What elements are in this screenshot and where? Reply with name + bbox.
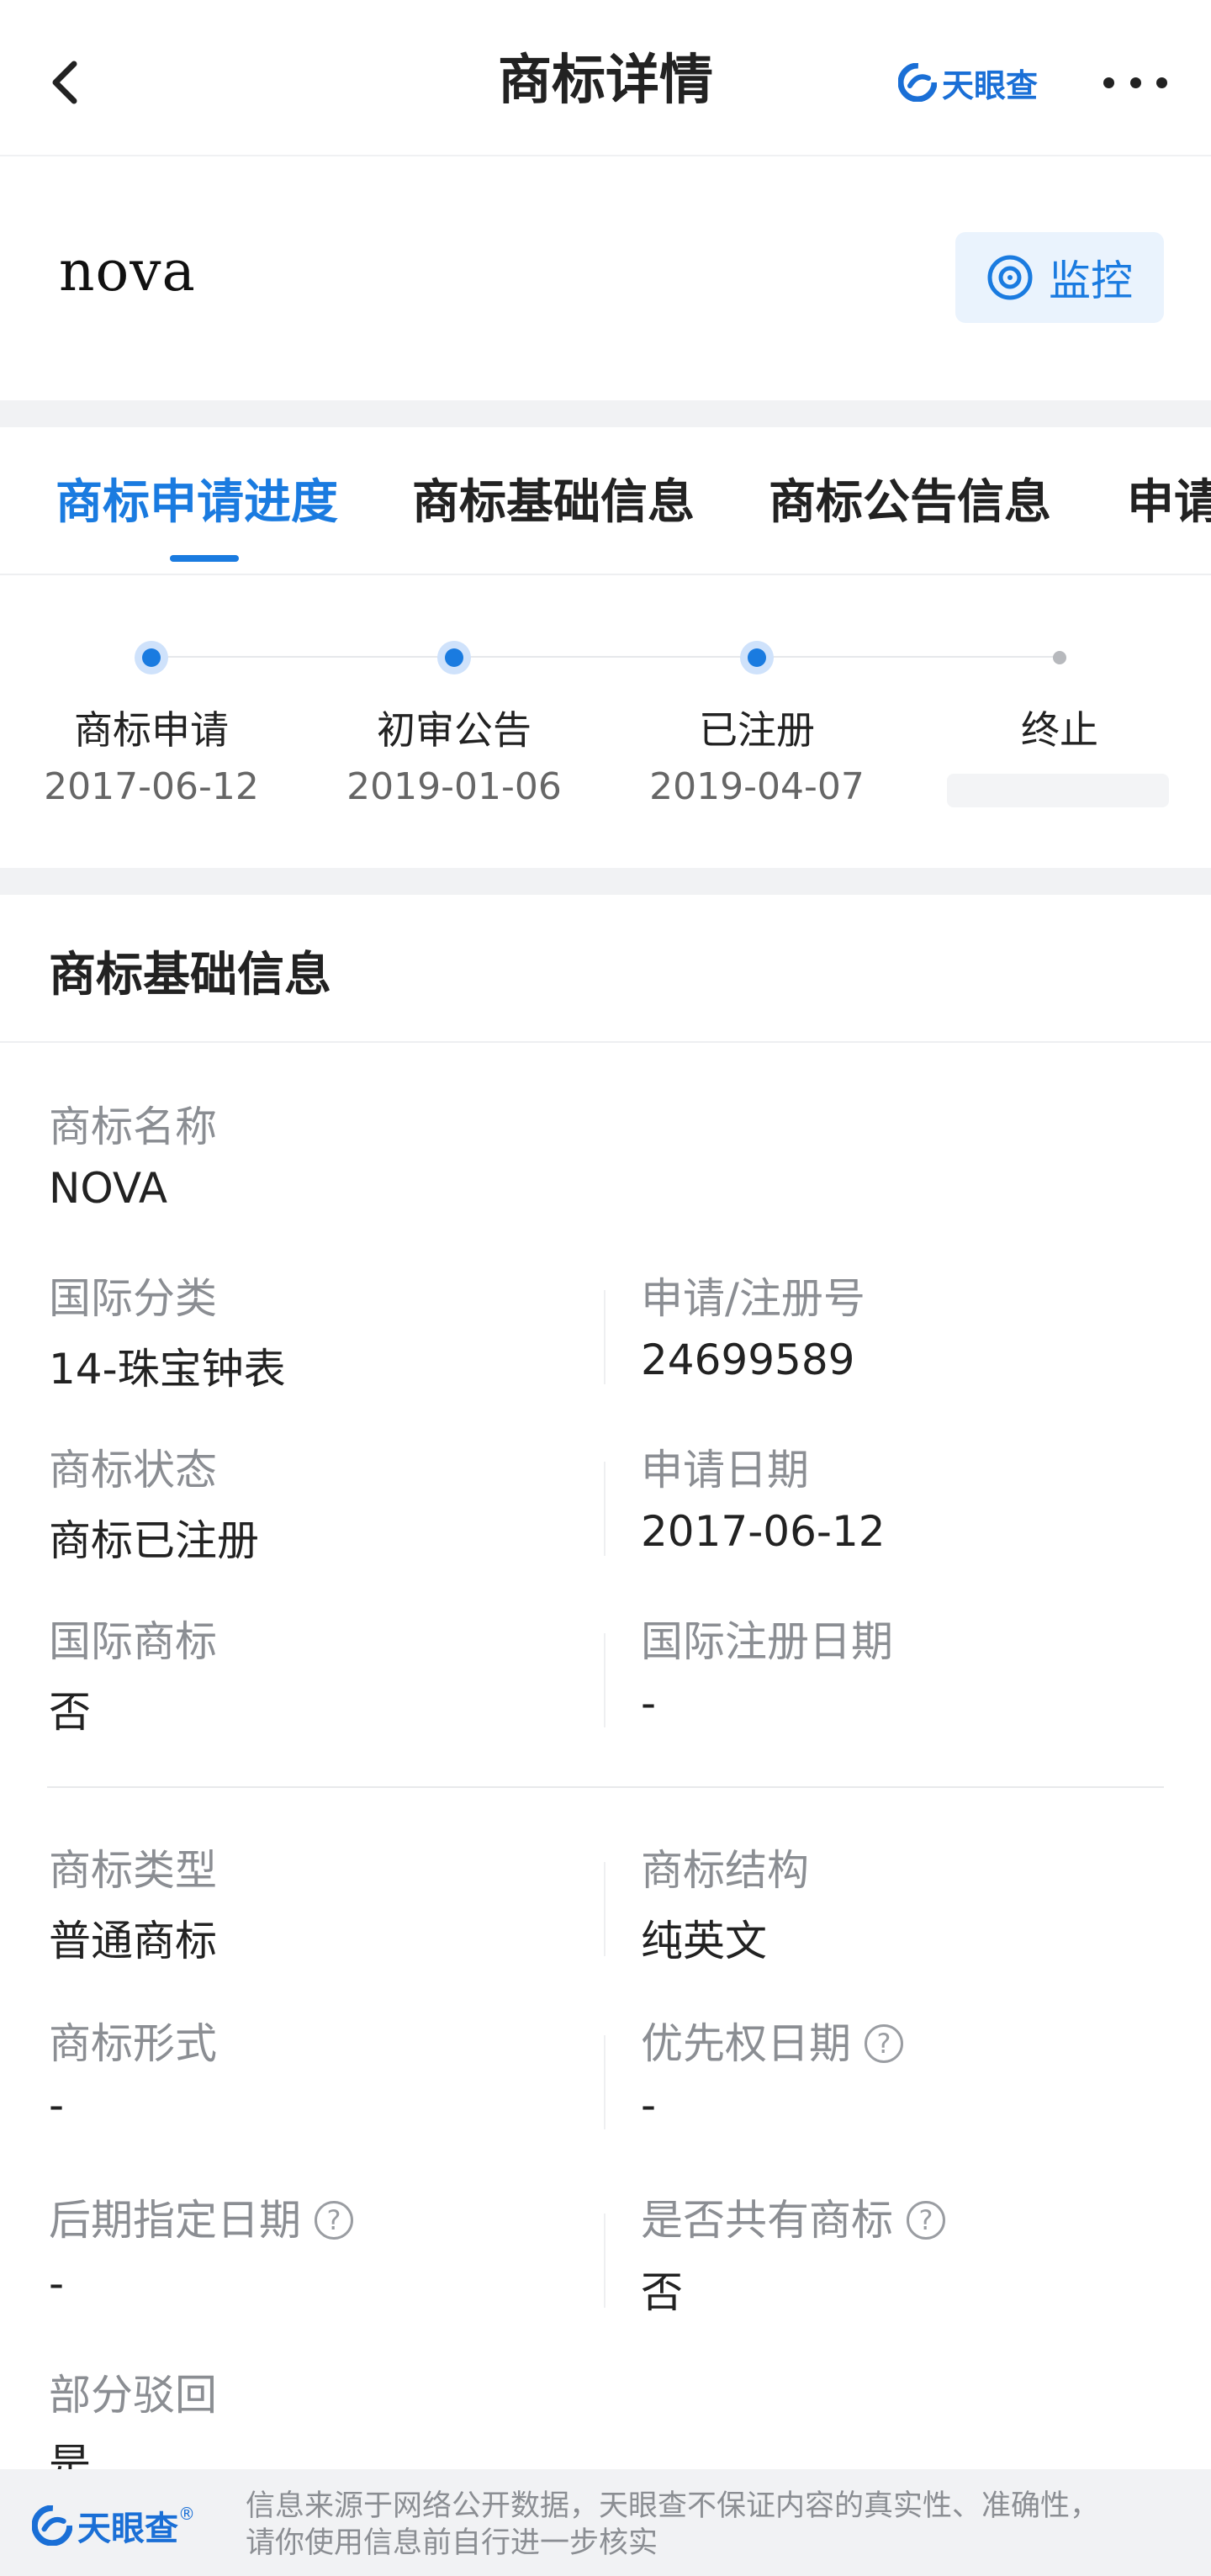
monitor-button[interactable]: 监控 [955, 232, 1164, 323]
column-separator [604, 1462, 606, 1556]
intl-tm-value: 否 [49, 1688, 91, 1737]
trademark-name-image: nova [59, 239, 196, 304]
active-tab-indicator [170, 555, 239, 562]
column-separator [604, 1862, 606, 1956]
footer-brand-name: 天眼查 [77, 2510, 178, 2548]
column-separator [604, 2035, 606, 2129]
timeline-dot-done [740, 641, 774, 674]
step-label: 终止 [1021, 707, 1098, 753]
application-progress-timeline: 商标申请 2017-06-12 初审公告 2019-01-06 已注册 2019… [0, 575, 1211, 868]
type-label: 商标类型 [49, 1846, 217, 1895]
target-icon [987, 255, 1033, 300]
section-divider [0, 1041, 1211, 1043]
column-separator [604, 1290, 606, 1384]
tab-announcement-info[interactable]: 商标公告信息 [769, 469, 1051, 537]
tianyancha-logo-icon [32, 2505, 72, 2546]
help-icon[interactable]: ? [315, 2200, 353, 2240]
step-date: 2019-01-06 [346, 765, 562, 808]
step-label: 商标申请 [74, 707, 229, 753]
tab-bar: 商标申请进度 商标基础信息 商标公告信息 申请 [0, 427, 1211, 575]
tab-application-progress[interactable]: 商标申请进度 [56, 469, 338, 537]
later-date-value: - [49, 2259, 65, 2308]
registered-mark: ® [178, 2504, 195, 2524]
tianyancha-logo-icon [898, 63, 937, 102]
more-dot-icon [1129, 77, 1141, 88]
brand-logo[interactable]: 天眼查 [898, 61, 1038, 104]
shared-label-text: 是否共有商标 [641, 2196, 893, 2245]
step-label: 已注册 [699, 707, 815, 753]
form-value: - [49, 2081, 65, 2129]
column-separator [604, 1633, 606, 1727]
step-date: 2017-06-12 [44, 765, 259, 808]
help-icon[interactable]: ? [907, 2200, 945, 2240]
more-button[interactable] [1103, 67, 1167, 98]
apply-date-label: 申请日期 [641, 1446, 809, 1494]
structure-value: 纯英文 [641, 1917, 767, 1965]
group-divider [47, 1786, 1164, 1788]
trademark-name-label: 商标名称 [49, 1103, 217, 1151]
top-nav-bar: 商标详情 天眼查 [0, 0, 1211, 156]
timeline-dot-done [135, 641, 168, 674]
disclaimer-text: 信息来源于网络公开数据，天眼查不保证内容的真实性、准确性， 请你使用信息前自行进… [246, 2488, 1196, 2562]
reg-no-value[interactable]: 24699589 [641, 1336, 855, 1384]
intl-class-label: 国际分类 [49, 1274, 217, 1323]
priority-date-value: - [641, 2081, 657, 2129]
intl-tm-label: 国际商标 [49, 1617, 217, 1666]
disclaimer-line: 请你使用信息前自行进一步核实 [246, 2526, 658, 2560]
monitor-label: 监控 [1049, 257, 1133, 305]
structure-label: 商标结构 [641, 1846, 809, 1895]
brand-name: 天眼查 [942, 66, 1039, 104]
reg-no-label: 申请/注册号 [641, 1274, 865, 1323]
trademark-name-value: NOVA [49, 1164, 168, 1213]
intl-reg-date-label: 国际注册日期 [641, 1617, 893, 1666]
shared-label: 是否共有商标? [641, 2187, 945, 2247]
tab-basic-info[interactable]: 商标基础信息 [412, 469, 695, 537]
section-gap [0, 868, 1211, 895]
priority-date-label: 优先权日期? [641, 2010, 903, 2071]
basic-info-section: 商标基础信息 商标名称 NOVA 国际分类 14-珠宝钟表 申请/注册号 246… [0, 895, 1211, 2489]
step-date: 2019-04-07 [649, 765, 865, 808]
later-date-label: 后期指定日期? [49, 2187, 353, 2247]
more-dot-icon [1156, 77, 1167, 88]
footer-disclaimer: 天眼查 ® 信息来源于网络公开数据，天眼查不保证内容的真实性、准确性， 请你使用… [0, 2469, 1211, 2576]
intl-reg-date-value: - [641, 1679, 657, 1727]
status-value: 商标已注册 [49, 1516, 259, 1565]
tab-application-more[interactable]: 申请 [1127, 469, 1211, 537]
priority-date-label-text: 优先权日期 [641, 2019, 851, 2068]
step-date-placeholder [947, 774, 1169, 807]
status-label: 商标状态 [49, 1446, 217, 1494]
trademark-header: nova 监控 [0, 156, 1211, 400]
footer-brand-logo: 天眼查 ® [32, 2501, 195, 2550]
disclaimer-line: 信息来源于网络公开数据，天眼查不保证内容的真实性、准确性， [246, 2489, 1100, 2523]
section-gap [0, 400, 1211, 427]
column-separator [604, 2214, 606, 2308]
later-date-label-text: 后期指定日期 [49, 2196, 301, 2245]
timeline-dot-pending [1043, 641, 1076, 674]
timeline-dot-done [437, 641, 471, 674]
timeline-track [151, 656, 1060, 658]
section-title: 商标基础信息 [49, 948, 331, 1002]
type-value: 普通商标 [49, 1917, 217, 1965]
help-icon[interactable]: ? [865, 2023, 903, 2063]
more-dot-icon [1103, 77, 1114, 88]
shared-value: 否 [641, 2268, 683, 2317]
intl-class-value: 14-珠宝钟表 [49, 1345, 286, 1394]
partial-reject-label: 部分驳回 [49, 2371, 217, 2420]
apply-date-value: 2017-06-12 [641, 1507, 886, 1556]
form-label: 商标形式 [49, 2019, 217, 2068]
step-label: 初审公告 [377, 707, 531, 753]
